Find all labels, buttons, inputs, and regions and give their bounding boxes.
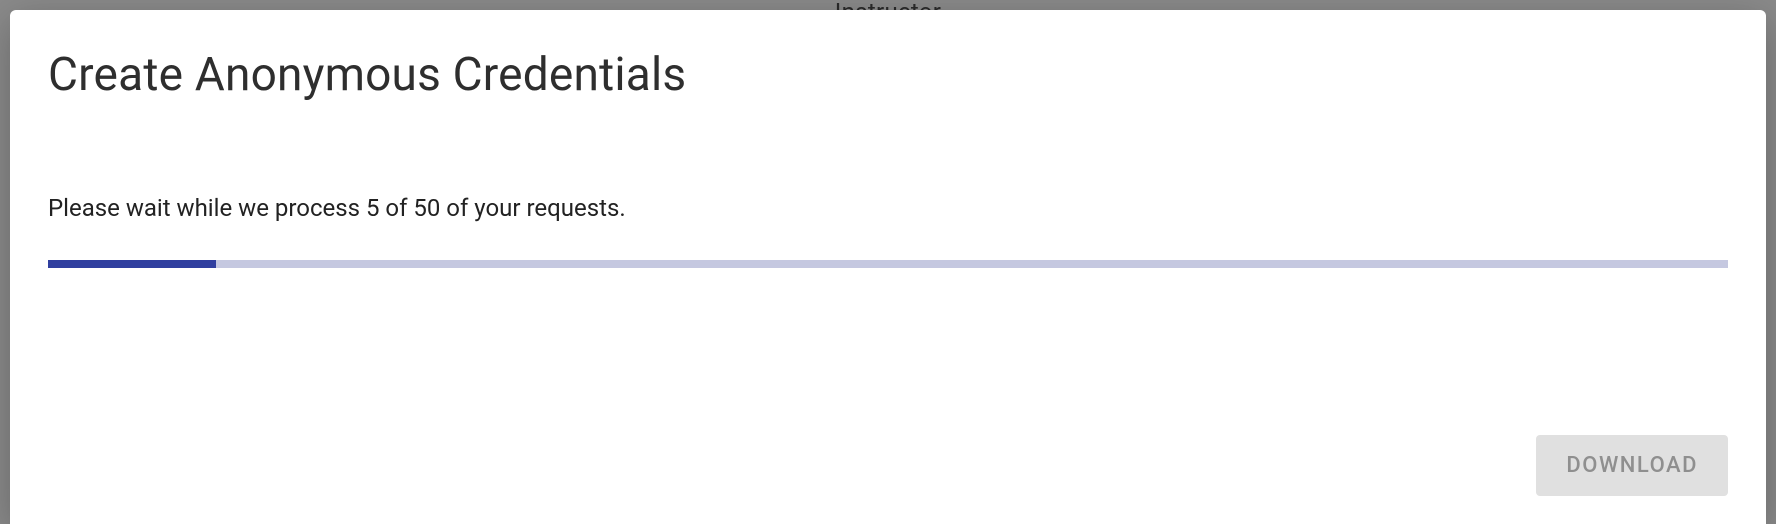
dialog-actions: DOWNLOAD [48, 435, 1728, 496]
dialog-title: Create Anonymous Credentials [48, 48, 1728, 102]
download-button[interactable]: DOWNLOAD [1536, 435, 1728, 496]
create-credentials-dialog: Create Anonymous Credentials Please wait… [10, 10, 1766, 524]
progress-status-text: Please wait while we process 5 of 50 of … [48, 194, 1728, 222]
progress-bar [48, 260, 1728, 268]
progress-bar-fill [48, 260, 216, 268]
